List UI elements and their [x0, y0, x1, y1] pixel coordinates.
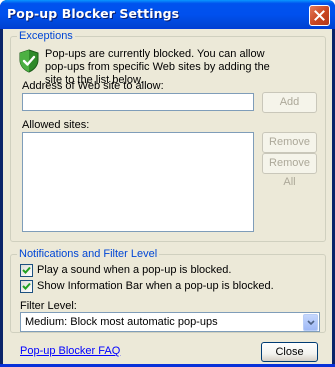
window-title: Pop-up Blocker Settings: [7, 6, 180, 21]
remove-button[interactable]: Remove: [262, 132, 317, 153]
popup-blocker-settings-window: Pop-up Blocker Settings Exceptions Pop-u…: [0, 0, 335, 367]
allowed-sites-label: Allowed sites:: [22, 119, 90, 131]
notifications-legend: Notifications and Filter Level: [17, 248, 160, 260]
chevron-down-icon: [307, 320, 315, 326]
add-button[interactable]: Add: [262, 92, 317, 113]
checkmark-icon: [22, 266, 31, 274]
address-label: Address of Web site to allow:: [22, 80, 164, 92]
filter-level-dropdown-button[interactable]: [303, 314, 318, 331]
remove-all-button[interactable]: Remove All: [262, 153, 317, 188]
filter-level-value: Medium: Block most automatic pop-ups: [25, 316, 218, 328]
window-close-button[interactable]: [309, 5, 330, 26]
filter-level-select[interactable]: Medium: Block most automatic pop-ups: [20, 312, 320, 332]
close-icon: [314, 10, 325, 21]
popup-blocker-faq-link[interactable]: Pop-up Blocker FAQ: [20, 345, 120, 357]
exceptions-legend: Exceptions: [17, 30, 75, 42]
checkmark-icon: [22, 282, 31, 290]
exceptions-group: Exceptions Pop-ups are currently blocked…: [10, 30, 326, 242]
allowed-sites-list[interactable]: [22, 132, 254, 232]
play-sound-label[interactable]: Play a sound when a pop-up is blocked.: [37, 264, 231, 276]
notifications-group: Notifications and Filter Level Play a so…: [10, 248, 326, 333]
play-sound-checkbox[interactable]: [20, 264, 33, 277]
filter-level-label: Filter Level:: [20, 300, 77, 312]
close-button[interactable]: Close: [261, 342, 318, 362]
info-bar-checkbox[interactable]: [20, 280, 33, 293]
title-bar[interactable]: Pop-up Blocker Settings: [0, 0, 335, 29]
info-bar-label[interactable]: Show Information Bar when a pop-up is bl…: [37, 280, 274, 292]
dialog-body: Exceptions Pop-ups are currently blocked…: [3, 29, 332, 364]
address-input[interactable]: [22, 93, 254, 111]
shield-check-icon: [19, 49, 39, 73]
